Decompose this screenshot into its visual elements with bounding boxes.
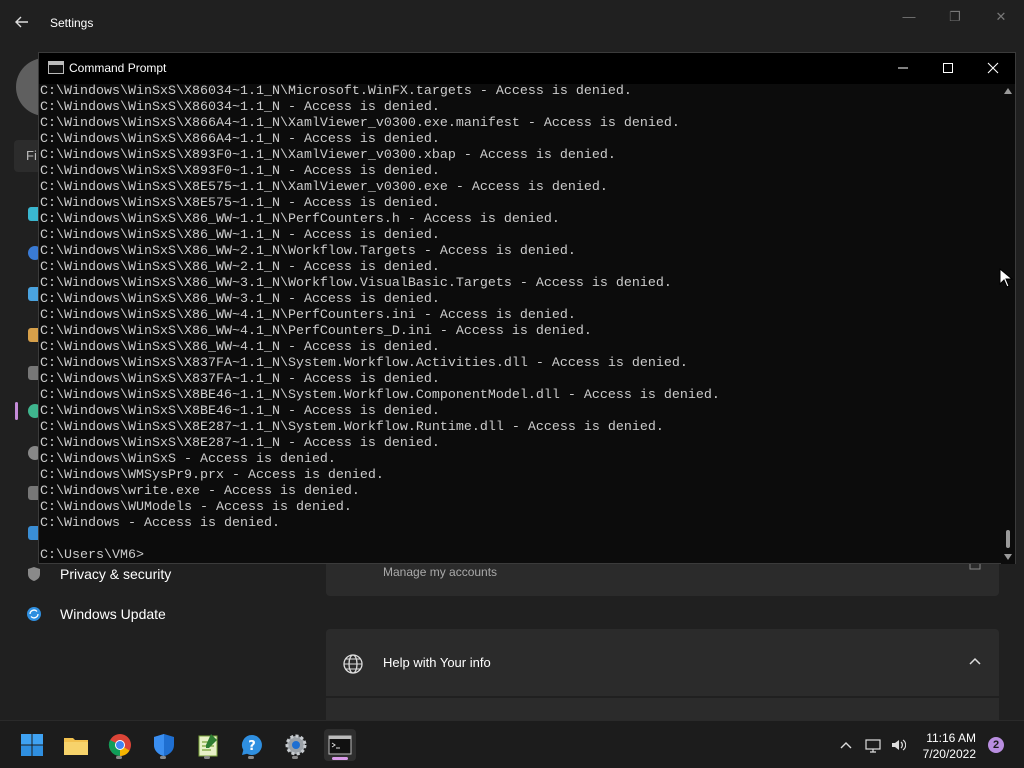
nav-windows-update[interactable]: Windows Update: [26, 606, 166, 622]
nav-privacy-label: Privacy & security: [60, 566, 172, 582]
windows-security-icon: [154, 734, 174, 756]
cmd-close-button[interactable]: [981, 57, 1005, 79]
cmd-output-line: C:\Windows\WinSxS\X8BE46~1.1_N\System.Wo…: [40, 388, 720, 403]
taskbar-notepad[interactable]: [192, 729, 224, 761]
taskbar-file-explorer[interactable]: [60, 729, 92, 761]
command-prompt-icon: [328, 735, 352, 755]
settings-restore-button[interactable]: ❐: [943, 8, 967, 26]
cmd-output-line: C:\Windows\WinSxS\X86_WW~3.1_N - Access …: [40, 292, 440, 307]
cmd-output-line: C:\Windows - Access is denied.: [40, 516, 280, 531]
close-icon: [987, 62, 999, 74]
cmd-output-line: C:\Windows\WinSxS\X8E575~1.1_N - Access …: [40, 196, 440, 211]
help-card-content: [326, 698, 999, 722]
cmd-output-line: C:\Windows\WinSxS\X866A4~1.1_N\XamlViewe…: [40, 116, 680, 131]
maximize-icon: [943, 63, 953, 73]
taskbar-chrome[interactable]: [104, 729, 136, 761]
cmd-output-line: C:\Windows\WinSxS\X8E287~1.1_N - Access …: [40, 436, 440, 451]
clock[interactable]: 11:16 AM 7/20/2022: [923, 730, 976, 762]
running-indicator: [116, 756, 122, 759]
windows-update-icon: [27, 607, 41, 621]
settings-minimize-button[interactable]: —: [897, 8, 921, 26]
help-with-info-card[interactable]: Help with Your info: [326, 629, 999, 696]
shield-icon: [28, 567, 40, 581]
cmd-output-line: C:\Windows\WinSxS\X86_WW~3.1_N\Workflow.…: [40, 276, 672, 291]
globe-icon: [343, 654, 363, 674]
cmd-output-line: C:\Windows\WinSxS\X866A4~1.1_N - Access …: [40, 132, 440, 147]
cmd-scrollbar[interactable]: [1001, 84, 1015, 564]
settings-titlebar: Settings — ❐ ✕: [0, 0, 1024, 48]
active-indicator: [332, 757, 348, 760]
cmd-output-line: C:\Windows\WinSxS\X837FA~1.1_N\System.Wo…: [40, 356, 688, 371]
cmd-output-line: [40, 532, 1001, 548]
scroll-up-arrow-icon[interactable]: [1004, 88, 1012, 94]
running-indicator: [248, 756, 254, 759]
cmd-output-line: C:\Windows\WinSxS\X86034~1.1_N\Microsoft…: [40, 84, 632, 99]
cmd-output-line: C:\Windows\WinSxS - Access is denied.: [40, 452, 336, 467]
taskbar-settings[interactable]: [280, 729, 312, 761]
running-indicator: [292, 756, 298, 759]
settings-icon: [285, 734, 307, 756]
notepad-icon: [198, 734, 218, 757]
cmd-output-line: C:\Windows\WinSxS\X8E575~1.1_N\XamlViewe…: [40, 180, 608, 195]
nav-windows-update-label: Windows Update: [60, 606, 166, 622]
cmd-titlebar[interactable]: Command Prompt: [39, 53, 1015, 84]
cmd-output-line: C:\Windows\write.exe - Access is denied.: [40, 484, 360, 499]
start-icon: [21, 734, 43, 756]
taskbar: ? 11:16 AM 7/20/2022 2: [0, 720, 1024, 768]
cmd-output[interactable]: C:\Windows\WinSxS\X86034~1.1_N\Microsoft…: [39, 84, 1001, 564]
help-card-title: Help with Your info: [383, 655, 491, 670]
mouse-pointer-icon: [999, 268, 1013, 288]
get-help-icon: ?: [241, 734, 262, 755]
desktop: { "settings": { "title": "Settings", "fi…: [0, 0, 1024, 768]
cmd-output-line: C:\Windows\WinSxS\X86_WW~2.1_N - Access …: [40, 260, 440, 275]
command-prompt-window: Command Prompt C:\Windows\WinSxS\X86034~…: [38, 52, 1016, 564]
cmd-output-line: C:\Windows\WinSxS\X893F0~1.1_N - Access …: [40, 164, 440, 179]
cmd-output-line: C:\Windows\WinSxS\X8BE46~1.1_N - Access …: [40, 404, 440, 419]
cmd-maximize-button[interactable]: [936, 57, 960, 79]
file-explorer-icon: [64, 738, 88, 755]
network-icon[interactable]: [865, 737, 881, 753]
cmd-title: Command Prompt: [69, 61, 167, 75]
cmd-output-line: C:\Windows\WinSxS\X86_WW~1.1_N - Access …: [40, 228, 440, 243]
cmd-output-line: C:\Windows\WinSxS\X86_WW~2.1_N\Workflow.…: [40, 244, 576, 259]
clock-time: 11:16 AM: [926, 731, 976, 745]
cmd-output-line: C:\Users\VM6>: [40, 548, 144, 563]
minimize-icon: [898, 67, 908, 69]
chrome-icon: [108, 734, 131, 756]
notification-badge[interactable]: 2: [988, 737, 1004, 753]
taskbar-command-prompt[interactable]: [324, 729, 356, 761]
cmd-output-line: C:\Windows\WinSxS\X8E287~1.1_N\System.Wo…: [40, 420, 664, 435]
command-prompt-icon: [48, 61, 64, 74]
cmd-output-line: C:\Windows\WinSxS\X86034~1.1_N - Access …: [40, 100, 440, 115]
cmd-output-line: C:\Windows\WUModels - Access is denied.: [40, 500, 352, 515]
nav-selection-indicator: [15, 402, 18, 420]
back-arrow-icon[interactable]: [14, 14, 34, 34]
clock-date: 7/20/2022: [922, 747, 976, 761]
cmd-output-line: C:\Windows\WinSxS\X86_WW~4.1_N\PerfCount…: [40, 324, 592, 339]
running-indicator: [204, 756, 210, 759]
cmd-output-line: C:\Windows\WinSxS\X86_WW~4.1_N - Access …: [40, 340, 440, 355]
chevron-up-icon[interactable]: [838, 737, 854, 753]
chevron-up-icon[interactable]: [967, 653, 983, 669]
settings-close-button[interactable]: ✕: [989, 8, 1013, 26]
start-button[interactable]: [16, 729, 48, 761]
volume-icon[interactable]: [890, 737, 906, 753]
settings-title: Settings: [50, 16, 94, 30]
scroll-thumb[interactable]: [1006, 530, 1010, 548]
svg-text:?: ?: [248, 739, 256, 754]
cmd-output-line: C:\Windows\WinSxS\X893F0~1.1_N\XamlViewe…: [40, 148, 616, 163]
cmd-minimize-button[interactable]: [891, 57, 915, 79]
cmd-output-line: C:\Windows\WinSxS\X837FA~1.1_N - Access …: [40, 372, 440, 387]
cmd-output-line: C:\Windows\WMSysPr9.prx - Access is deni…: [40, 468, 384, 483]
scroll-down-arrow-icon[interactable]: [1004, 554, 1012, 560]
cmd-output-line: C:\Windows\WinSxS\X86_WW~1.1_N\PerfCount…: [40, 212, 560, 227]
nav-privacy-security[interactable]: Privacy & security: [26, 566, 171, 582]
running-indicator: [160, 756, 166, 759]
cmd-output-line: C:\Windows\WinSxS\X86_WW~4.1_N\PerfCount…: [40, 308, 576, 323]
taskbar-windows-security[interactable]: [148, 729, 180, 761]
manage-accounts-link[interactable]: Manage my accounts: [383, 565, 497, 579]
taskbar-get-help[interactable]: ?: [236, 729, 268, 761]
